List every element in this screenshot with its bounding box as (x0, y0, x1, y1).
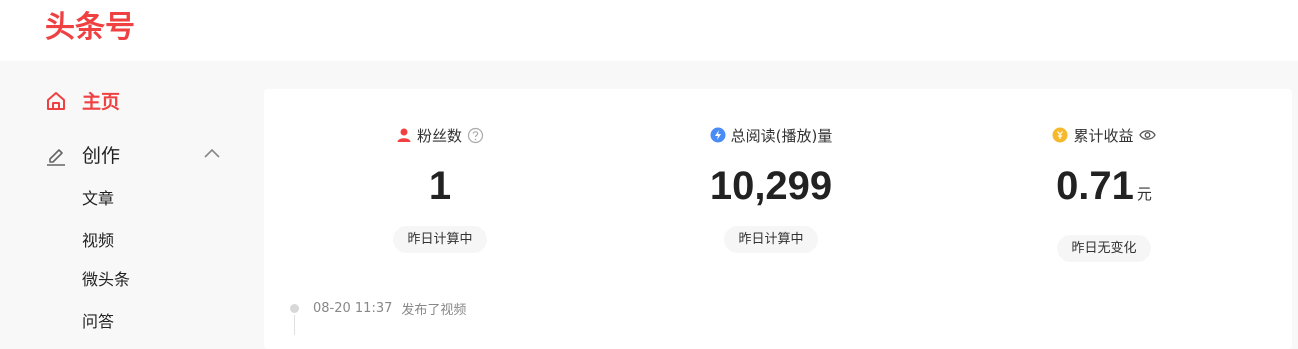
timeline-time: 08-20 11:37 (313, 301, 393, 316)
sidebar-item-create[interactable]: 创作 (45, 141, 120, 168)
coin-icon (1052, 127, 1068, 143)
user-icon (396, 127, 412, 143)
status-badge: 昨日计算中 (724, 226, 818, 253)
sidebar-subitem-article[interactable]: 文章 (82, 185, 114, 209)
sidebar-subitem-video[interactable]: 视频 (82, 227, 114, 251)
sidebar-item-label: 主页 (82, 91, 121, 113)
top-bar: 头条号 (0, 0, 1298, 61)
sidebar-item-label: 创作 (82, 145, 121, 167)
stat-title: 粉丝数 (270, 125, 610, 145)
home-icon (45, 90, 67, 112)
status-badge: 昨日无变化 (1057, 235, 1151, 262)
stats-card: 粉丝数 1 昨日计算中 总阅读(播放)量 10,299 昨日计算中 累计收益 0… (264, 89, 1292, 349)
lightning-icon (710, 127, 726, 143)
logo[interactable]: 头条号 (45, 9, 135, 47)
pencil-icon (45, 144, 67, 166)
timeline-action[interactable]: 发布了视频 (401, 299, 466, 318)
sidebar-subitem-qa[interactable]: 问答 (82, 308, 114, 332)
stat-title: 总阅读(播放)量 (601, 125, 941, 145)
sidebar-item-home[interactable]: 主页 (45, 87, 120, 114)
stat-followers: 粉丝数 1 昨日计算中 (270, 89, 610, 253)
stat-total-views: 总阅读(播放)量 10,299 昨日计算中 (601, 89, 941, 253)
help-icon[interactable] (467, 127, 484, 144)
stat-value: 1 (428, 164, 452, 208)
stat-value: 0.71 元 (1056, 164, 1152, 208)
stat-value: 10,299 (709, 164, 833, 208)
eye-icon[interactable] (1138, 128, 1156, 142)
sidebar-subitem-micro-post[interactable]: 微头条 (82, 266, 130, 290)
timeline-line (294, 315, 295, 335)
stat-title: 累计收益 (934, 125, 1274, 145)
status-badge: 昨日计算中 (393, 226, 487, 253)
timeline-item: 08-20 11:37 发布了视频 (290, 299, 466, 318)
chevron-up-icon[interactable] (203, 145, 221, 159)
sidebar: 主页 创作 文章 视频 微头条 问答 (0, 61, 262, 331)
stat-total-earnings: 累计收益 0.71 元 昨日无变化 (934, 89, 1274, 262)
currency-unit: 元 (1136, 186, 1152, 203)
timeline-dot (290, 304, 299, 313)
